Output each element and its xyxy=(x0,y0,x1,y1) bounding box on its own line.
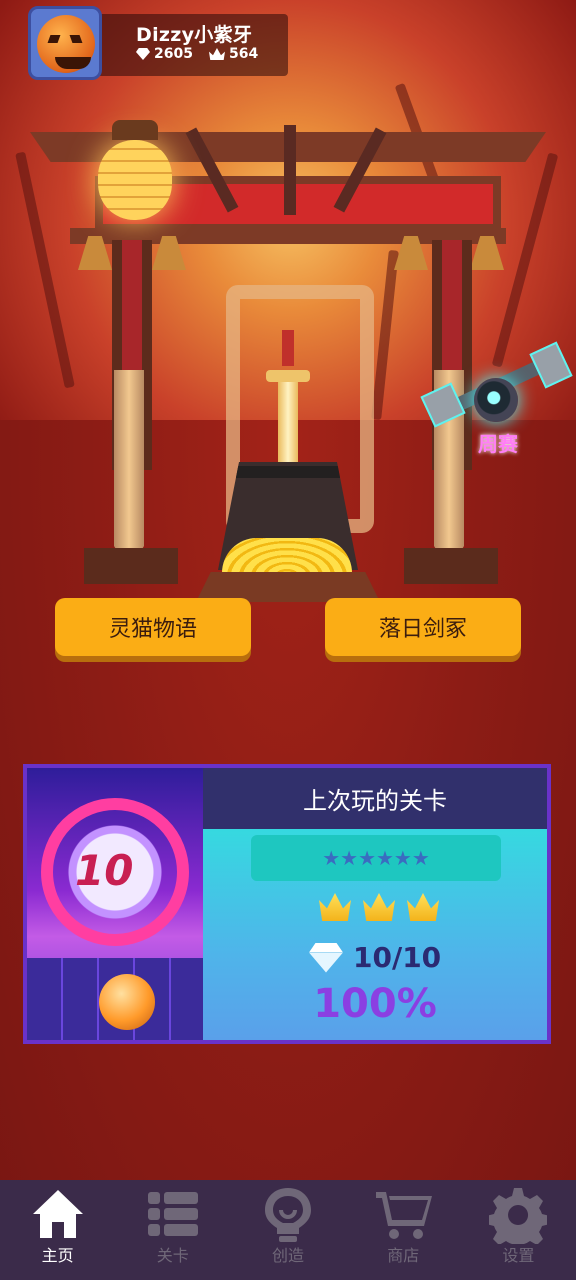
nav-label: 商店 xyxy=(387,1246,420,1265)
completion-percent: 100% xyxy=(313,981,437,1027)
pumpkin-icon xyxy=(37,15,95,73)
card-title: 上次玩的关卡 xyxy=(203,768,547,829)
player-stats: 2605 564 xyxy=(136,46,258,62)
nav-levels[interactable]: 关卡 xyxy=(115,1180,230,1280)
crown-icon xyxy=(319,893,351,921)
nav-label: 创造 xyxy=(272,1246,305,1265)
rolling-ball xyxy=(99,974,155,1030)
gems-collected: 10/10 xyxy=(309,941,441,974)
last-played-level-card[interactable]: 10 上次玩的关卡 ★★★★★★ 10/10 100% xyxy=(23,764,551,1044)
weekly-tournament-button[interactable]: 周赛 xyxy=(420,340,573,460)
nav-home[interactable]: 主页 xyxy=(0,1180,115,1280)
star-rating-icons: ★★★★★★ xyxy=(322,846,430,870)
weekly-tournament-label: 周赛 xyxy=(478,432,518,456)
level-emblem-number: 10 xyxy=(75,846,134,895)
hammer-head xyxy=(420,382,466,428)
nav-label: 设置 xyxy=(502,1246,535,1265)
list-icon xyxy=(147,1192,198,1236)
gem-count: 2605 xyxy=(154,46,193,62)
star-rating: ★★★★★★ xyxy=(251,835,501,881)
crown-icon xyxy=(363,893,395,921)
diamond-icon xyxy=(136,48,150,60)
pillar-base xyxy=(404,548,498,584)
lantern xyxy=(98,120,172,220)
hammer-head xyxy=(529,341,573,389)
gems-collected-value: 10/10 xyxy=(353,941,442,974)
background-sword xyxy=(15,151,75,389)
lightbulb-icon xyxy=(265,1188,311,1242)
nav-settings[interactable]: 设置 xyxy=(461,1180,576,1280)
gear-icon xyxy=(489,1188,548,1244)
nav-label: 关卡 xyxy=(156,1246,189,1265)
nav-shop[interactable]: 商店 xyxy=(346,1180,461,1280)
crowns-earned xyxy=(319,893,439,921)
background-sword xyxy=(491,152,559,368)
crown-icon xyxy=(407,893,439,921)
orb-icon xyxy=(474,378,518,422)
nav-create[interactable]: 创造 xyxy=(230,1180,345,1280)
bottom-navigation: 主页 关卡 创造 商店 设置 xyxy=(0,1180,576,1280)
hanging-sword xyxy=(284,125,296,215)
story-button-sunset-sword-tomb[interactable]: 落日剑冢 xyxy=(325,598,521,656)
story-button-spirit-cat[interactable]: 灵猫物语 xyxy=(55,598,251,656)
player-profile[interactable]: Dizzy小紫牙 2605 564 xyxy=(28,6,288,80)
pillar-sword xyxy=(114,370,144,570)
username: Dizzy小紫牙 xyxy=(136,24,253,46)
avatar[interactable] xyxy=(28,6,102,80)
level-thumbnail[interactable]: 10 xyxy=(27,768,203,1040)
crown-icon xyxy=(208,48,225,60)
background-sword xyxy=(371,249,399,421)
diamond-icon xyxy=(309,943,343,973)
home-icon xyxy=(32,1190,83,1238)
cart-icon xyxy=(376,1192,433,1239)
level-stats: ★★★★★★ 10/10 100% xyxy=(203,829,547,1040)
crown-count: 564 xyxy=(228,46,259,62)
sword-in-stone xyxy=(266,330,310,475)
pillar-base xyxy=(84,548,178,584)
gold-coin-pile xyxy=(222,538,352,576)
nav-label: 主页 xyxy=(41,1246,74,1265)
